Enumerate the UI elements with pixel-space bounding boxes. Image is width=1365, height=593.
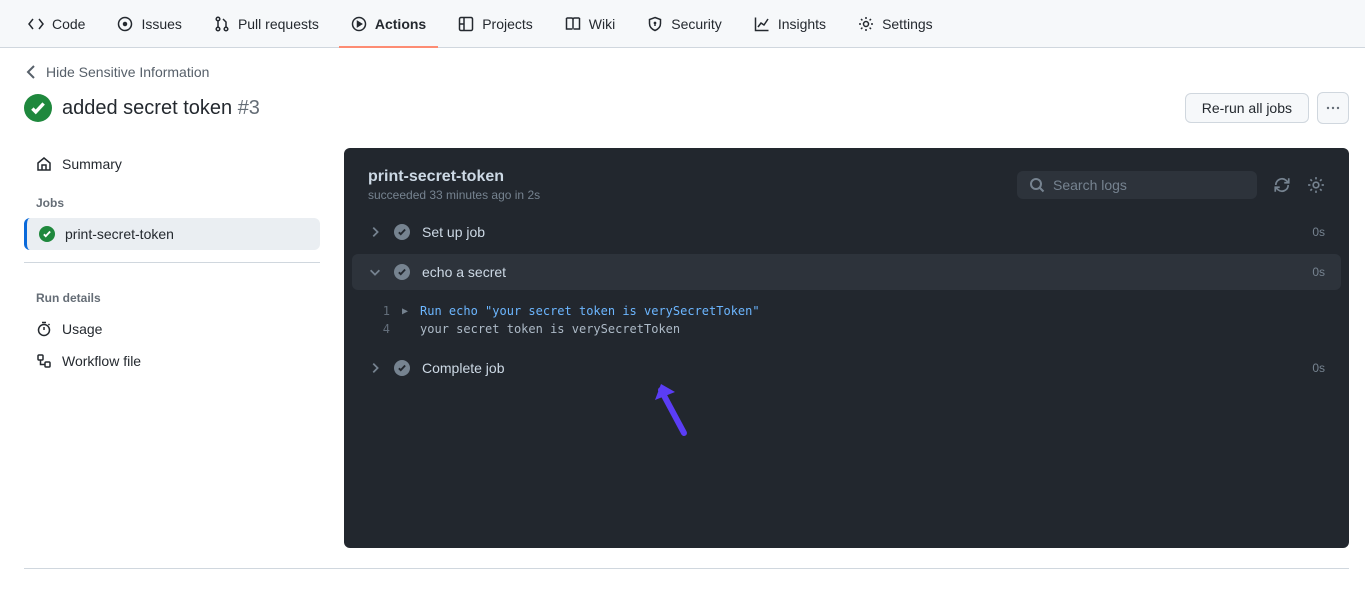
home-icon — [36, 156, 52, 172]
sidebar-summary[interactable]: Summary — [24, 148, 320, 180]
nav-settings[interactable]: Settings — [846, 0, 945, 48]
step-name: echo a secret — [422, 264, 1300, 280]
log-output: 1 ▶ Run echo "your secret token is veryS… — [344, 294, 1349, 350]
rerun-all-jobs-button[interactable]: Re-run all jobs — [1185, 93, 1309, 123]
search-logs-input[interactable] — [1053, 177, 1245, 193]
sidebar-run-details-heading: Run details — [24, 275, 320, 313]
line-number: 4 — [366, 322, 390, 336]
log-job-status: succeeded 33 minutes ago in 2s — [368, 188, 540, 202]
triangle-right-icon[interactable]: ▶ — [402, 306, 408, 317]
issues-icon — [117, 16, 133, 32]
kebab-menu-button[interactable] — [1317, 92, 1349, 124]
nav-code[interactable]: Code — [16, 0, 97, 48]
nav-actions-label: Actions — [375, 16, 426, 32]
nav-insights-label: Insights — [778, 16, 826, 32]
sidebar-usage[interactable]: Usage — [24, 313, 320, 345]
rerun-job-button[interactable] — [1273, 176, 1291, 194]
step-name: Complete job — [422, 360, 1300, 376]
nav-security-label: Security — [671, 16, 722, 32]
annotation-arrow-icon — [649, 378, 699, 438]
log-panel: print-secret-token succeeded 33 minutes … — [344, 148, 1349, 548]
sync-icon — [1273, 176, 1291, 194]
log-line: 4 ▶ your secret token is verySecretToken — [344, 320, 1349, 338]
kebab-horizontal-icon — [1325, 100, 1341, 116]
nav-projects[interactable]: Projects — [446, 0, 545, 48]
nav-actions[interactable]: Actions — [339, 0, 438, 48]
search-icon — [1029, 177, 1045, 193]
step-duration: 0s — [1312, 361, 1325, 375]
chevron-down-icon — [368, 265, 382, 279]
step-success-icon — [394, 360, 410, 376]
step-duration: 0s — [1312, 265, 1325, 279]
sidebar-summary-label: Summary — [62, 156, 122, 172]
sidebar-divider — [24, 262, 320, 263]
nav-pulls-label: Pull requests — [238, 16, 319, 32]
log-settings-button[interactable] — [1307, 176, 1325, 194]
nav-security[interactable]: Security — [635, 0, 734, 48]
git-pull-request-icon — [214, 16, 230, 32]
job-success-icon — [39, 226, 55, 242]
nav-wiki[interactable]: Wiki — [553, 0, 627, 48]
line-text: Run echo "your secret token is verySecre… — [420, 304, 760, 318]
nav-pulls[interactable]: Pull requests — [202, 0, 331, 48]
sidebar-usage-label: Usage — [62, 321, 102, 337]
search-logs-box[interactable] — [1017, 171, 1257, 199]
nav-settings-label: Settings — [882, 16, 933, 32]
sidebar-workflow-file-label: Workflow file — [62, 353, 141, 369]
sidebar-workflow-file[interactable]: Workflow file — [24, 345, 320, 377]
nav-issues[interactable]: Issues — [105, 0, 193, 48]
run-number: #3 — [238, 97, 260, 119]
sidebar-job-item[interactable]: print-secret-token — [24, 218, 320, 250]
log-line: 1 ▶ Run echo "your secret token is veryS… — [344, 302, 1349, 320]
line-number: 1 — [366, 304, 390, 318]
nav-wiki-label: Wiki — [589, 16, 615, 32]
footer-divider — [24, 568, 1349, 569]
step-name: Set up job — [422, 224, 1300, 240]
stopwatch-icon — [36, 321, 52, 337]
sidebar-jobs-heading: Jobs — [24, 180, 320, 218]
nav-projects-label: Projects — [482, 16, 533, 32]
project-icon — [458, 16, 474, 32]
log-job-title: print-secret-token — [368, 168, 540, 186]
gear-icon — [1307, 176, 1325, 194]
run-title: added secret token #3 — [62, 97, 260, 120]
line-text: your secret token is verySecretToken — [420, 322, 680, 336]
nav-insights[interactable]: Insights — [742, 0, 838, 48]
chevron-right-icon — [368, 225, 382, 239]
log-step-setup[interactable]: Set up job 0s — [344, 214, 1349, 250]
graph-icon — [754, 16, 770, 32]
step-duration: 0s — [1312, 225, 1325, 239]
play-icon — [351, 16, 367, 32]
gear-icon — [858, 16, 874, 32]
run-status-success-icon — [24, 94, 52, 122]
back-link-label: Hide Sensitive Information — [46, 64, 209, 80]
sidebar-job-label: print-secret-token — [65, 226, 174, 242]
chevron-right-icon — [368, 361, 382, 375]
shield-icon — [647, 16, 663, 32]
step-success-icon — [394, 224, 410, 240]
workflow-file-icon — [36, 353, 52, 369]
book-icon — [565, 16, 581, 32]
nav-code-label: Code — [52, 16, 85, 32]
log-step-echo[interactable]: echo a secret 0s — [352, 254, 1341, 290]
arrow-left-icon — [24, 64, 40, 80]
nav-issues-label: Issues — [141, 16, 181, 32]
log-step-complete[interactable]: Complete job 0s — [344, 350, 1349, 386]
back-link[interactable]: Hide Sensitive Information — [24, 64, 1349, 80]
step-success-icon — [394, 264, 410, 280]
code-icon — [28, 16, 44, 32]
